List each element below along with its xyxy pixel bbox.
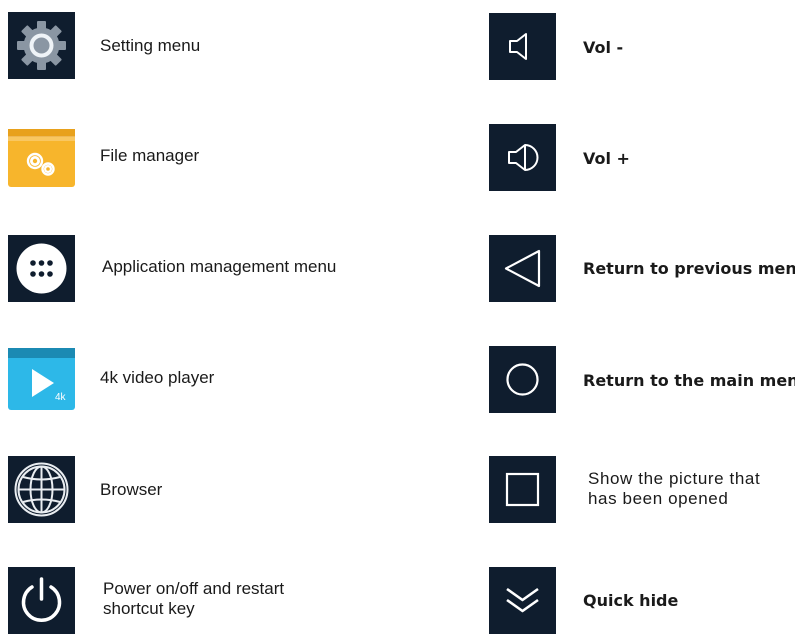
power-label-line-1: Power on/off and restart: [103, 579, 285, 598]
quick-hide-tile[interactable]: [489, 567, 556, 634]
recent-tile[interactable]: [489, 456, 556, 523]
browser-tile[interactable]: [8, 456, 75, 523]
quick-hide-label: Quick hide: [583, 591, 679, 610]
video-player-label: 4k video player: [100, 368, 215, 387]
setting-menu-tile[interactable]: [8, 12, 75, 79]
recent-square-icon: [505, 472, 540, 507]
video-player-tile[interactable]: 4k: [8, 345, 75, 412]
volume-down-label: Vol -: [583, 38, 624, 57]
back-tile[interactable]: [489, 235, 556, 302]
recent-label-line-1: Show the picture that: [588, 469, 761, 488]
browser-label: Browser: [100, 480, 163, 499]
video-badge: 4k: [55, 392, 66, 403]
apps-grid-icon: [16, 243, 67, 294]
volume-down-tile[interactable]: [489, 13, 556, 80]
globe-icon: [14, 462, 69, 517]
power-icon: [21, 577, 62, 622]
application-management-tile[interactable]: [8, 235, 75, 302]
home-tile[interactable]: [489, 346, 556, 413]
folder-gears-icon: [8, 129, 75, 187]
gear-icon: [17, 21, 66, 70]
volume-down-icon: [509, 33, 527, 60]
chevron-down-icon: [506, 587, 539, 613]
file-manager-label: File manager: [100, 146, 200, 165]
volume-up-label: Vol +: [583, 149, 630, 168]
recent-label-line-2: has been opened: [588, 489, 729, 508]
power-label-line-2: shortcut key: [103, 599, 195, 618]
power-tile[interactable]: [8, 567, 75, 634]
back-triangle-icon: [504, 249, 541, 288]
setting-menu-label: Setting menu: [100, 36, 201, 55]
file-manager-tile[interactable]: [8, 123, 75, 190]
volume-up-tile[interactable]: [489, 124, 556, 191]
home-circle-icon: [506, 363, 539, 396]
home-label: Return to the main menu: [583, 371, 795, 390]
back-label: Return to previous menu: [583, 259, 795, 278]
volume-up-icon: [508, 144, 539, 171]
application-management-label: Application management menu: [102, 257, 337, 276]
